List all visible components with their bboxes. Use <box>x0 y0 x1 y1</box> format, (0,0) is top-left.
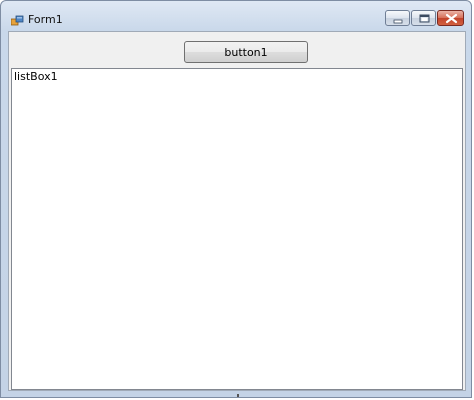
listbox1[interactable]: listBox1 <box>11 68 463 390</box>
list-item[interactable]: listBox1 <box>14 70 58 83</box>
button1[interactable]: button1 <box>184 41 308 63</box>
form-client-area: button1 listBox1 <box>8 31 466 391</box>
app-icon[interactable] <box>10 12 25 26</box>
minimize-icon <box>393 19 403 24</box>
restore-icon <box>419 14 430 23</box>
close-icon <box>445 13 458 24</box>
close-button[interactable] <box>437 10 464 26</box>
app-window: Form1 button1 listBox1 <box>0 0 472 398</box>
window-bottom-border <box>1 389 473 397</box>
minimize-button[interactable] <box>385 10 410 26</box>
title-bar[interactable]: Form1 <box>1 1 471 31</box>
maximize-button[interactable] <box>411 10 436 26</box>
resize-grip[interactable] <box>237 394 239 397</box>
window-title: Form1 <box>28 13 63 26</box>
caption-buttons <box>385 10 464 26</box>
